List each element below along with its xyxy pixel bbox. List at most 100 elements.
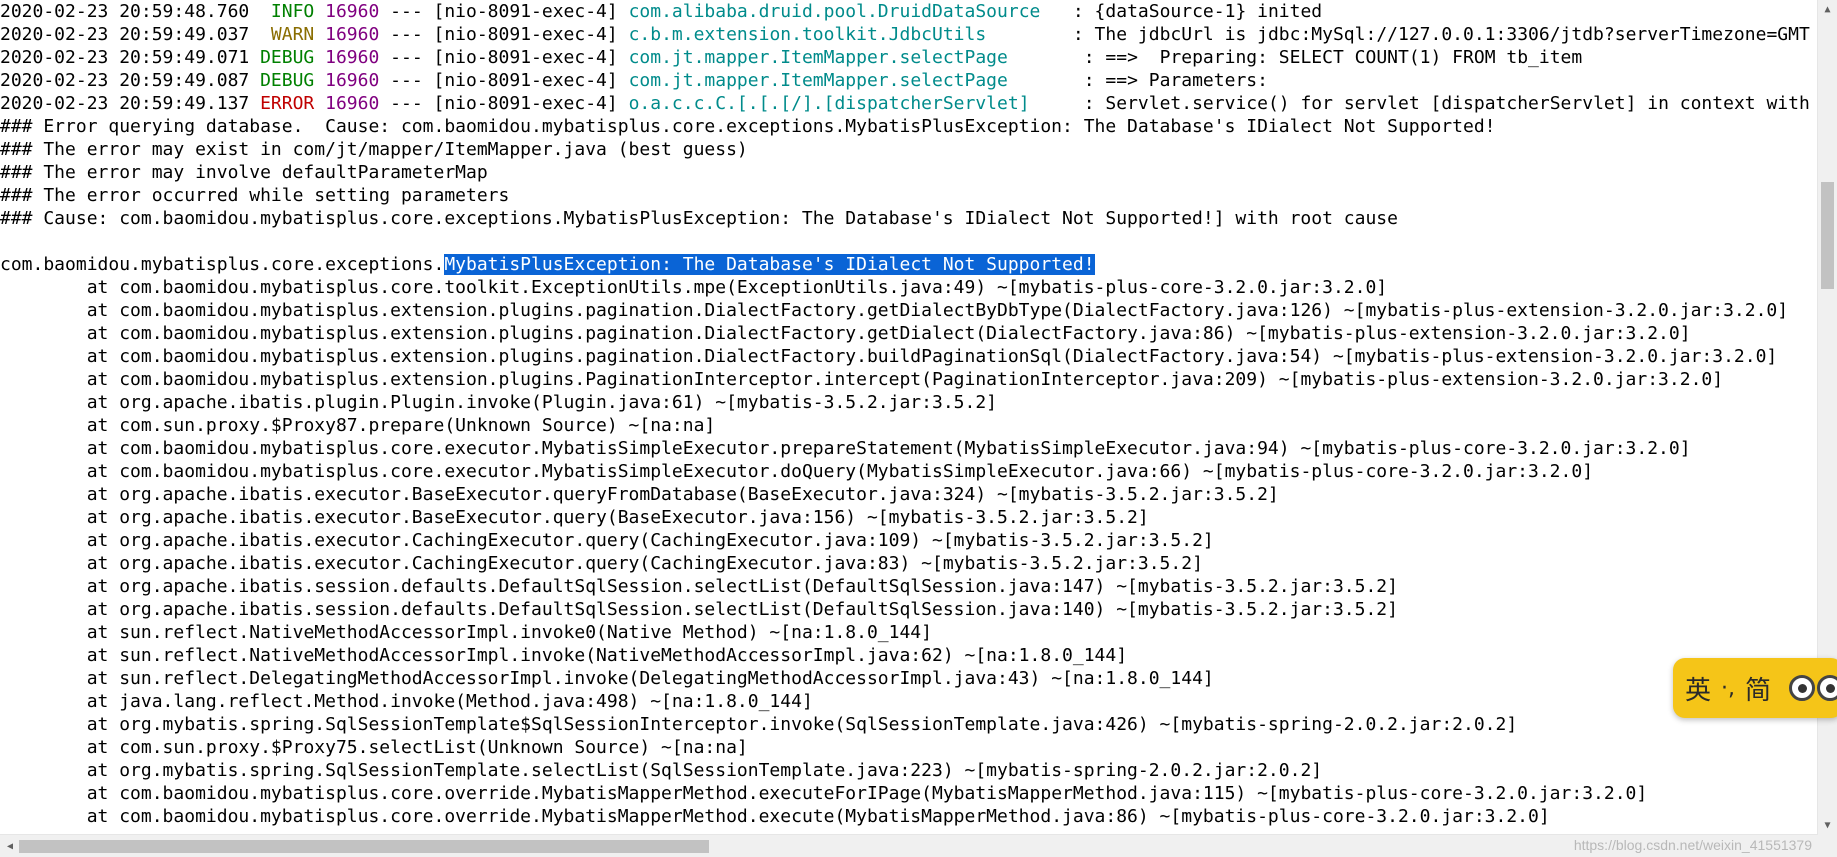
log-logger: c.b.m.extension.toolkit.JdbcUtils (628, 24, 1063, 45)
log-line: at com.baomidou.mybatisplus.extension.pl… (0, 299, 1818, 322)
log-message: : The jdbcUrl is jdbc:MySql://127.0.0.1:… (1062, 24, 1810, 45)
log-thread: --- [nio-8091-exec-4] (379, 47, 629, 68)
log-pid: 16960 (325, 47, 380, 68)
log-line: at org.apache.ibatis.executor.CachingExe… (0, 552, 1818, 575)
log-line: at org.apache.ibatis.session.defaults.De… (0, 598, 1818, 621)
log-text: ### Cause: com.baomidou.mybatisplus.core… (0, 208, 1398, 229)
log-text: at org.apache.ibatis.session.defaults.De… (0, 576, 1398, 597)
log-text: at org.apache.ibatis.executor.BaseExecut… (0, 484, 1279, 505)
log-line: at org.mybatis.spring.SqlSessionTemplate… (0, 759, 1818, 782)
log-message: : ==> Parameters: (1072, 70, 1268, 91)
log-line: at com.sun.proxy.$Proxy75.selectList(Unk… (0, 736, 1818, 759)
log-line: at org.apache.ibatis.executor.BaseExecut… (0, 483, 1818, 506)
log-text: at com.baomidou.mybatisplus.core.overrid… (0, 806, 1550, 827)
log-text: at com.baomidou.mybatisplus.core.toolkit… (0, 277, 1388, 298)
log-level: ERROR (249, 93, 315, 114)
log-timestamp: 2020-02-23 20:59:49.087 (0, 70, 250, 91)
log-text: at org.mybatis.spring.SqlSessionTemplate… (0, 760, 1323, 781)
log-text: ### The error may exist in com/jt/mapper… (0, 139, 748, 160)
log-message: : Servlet.service() for servlet [dispatc… (1083, 93, 1810, 114)
log-message: : ==> Preparing: SELECT COUNT(1) FROM tb… (1072, 47, 1583, 68)
log-text: at org.apache.ibatis.plugin.Plugin.invok… (0, 392, 998, 413)
log-pid: 16960 (325, 24, 380, 45)
log-line: at com.baomidou.mybatisplus.extension.pl… (0, 322, 1818, 345)
log-line: ### The error occurred while setting par… (0, 184, 1818, 207)
log-text: at org.apache.ibatis.executor.CachingExe… (0, 553, 1203, 574)
log-logger: o.a.c.c.C.[.[.[/].[dispatcherServlet] (628, 93, 1073, 114)
vertical-scroll-thumb[interactable] (1821, 182, 1834, 289)
log-text: ### The error may involve defaultParamet… (0, 162, 488, 183)
log-text: at org.apache.ibatis.session.defaults.De… (0, 599, 1398, 620)
log-line: at sun.reflect.NativeMethodAccessorImpl.… (0, 621, 1818, 644)
log-text: at sun.reflect.NativeMethodAccessorImpl.… (0, 645, 1128, 666)
log-line: at com.baomidou.mybatisplus.extension.pl… (0, 345, 1818, 368)
log-text: ### The error occurred while setting par… (0, 185, 510, 206)
log-text: at org.apache.ibatis.executor.BaseExecut… (0, 507, 1149, 528)
log-text: at sun.reflect.DelegatingMethodAccessorI… (0, 668, 1214, 689)
log-line: at com.baomidou.mybatisplus.core.executo… (0, 460, 1818, 483)
ime-eye-icon (1789, 675, 1816, 701)
scroll-left-arrow-icon[interactable]: ◀ (0, 835, 20, 857)
log-text: at java.lang.reflect.Method.invoke(Metho… (0, 691, 813, 712)
log-line: 2020-02-23 20:59:48.760 INFO 16960 --- [… (0, 0, 1818, 23)
ime-punctuation-toggle[interactable]: ·, (1721, 676, 1735, 701)
ime-simplified-toggle[interactable]: 简 (1745, 670, 1771, 707)
ime-language-toggle[interactable]: 英 (1685, 670, 1711, 707)
console-output[interactable]: 2020-02-23 20:59:48.760 INFO 16960 --- [… (0, 0, 1818, 835)
log-text: at com.baomidou.mybatisplus.extension.pl… (0, 369, 1724, 390)
log-thread: --- [nio-8091-exec-4] (379, 24, 629, 45)
log-line: at java.lang.reflect.Method.invoke(Metho… (0, 690, 1818, 713)
log-pid: 16960 (325, 70, 380, 91)
log-text: at com.baomidou.mybatisplus.core.executo… (0, 461, 1594, 482)
log-pid: 16960 (325, 1, 380, 22)
log-line: at com.sun.proxy.$Proxy87.prepare(Unknow… (0, 414, 1818, 437)
log-line: com.baomidou.mybatisplus.core.exceptions… (0, 253, 1818, 276)
log-level: WARN (249, 24, 315, 45)
exception-package: com.baomidou.mybatisplus.core.exceptions… (0, 254, 445, 275)
log-line: at sun.reflect.NativeMethodAccessorImpl.… (0, 644, 1818, 667)
log-line: ### The error may exist in com/jt/mapper… (0, 138, 1818, 161)
log-text: at com.baomidou.mybatisplus.extension.pl… (0, 300, 1789, 321)
log-line: ### Error querying database. Cause: com.… (0, 115, 1818, 138)
log-timestamp: 2020-02-23 20:59:49.037 (0, 24, 250, 45)
log-level: INFO (249, 1, 315, 22)
log-line: ### The error may involve defaultParamet… (0, 161, 1818, 184)
log-timestamp: 2020-02-23 20:59:49.071 (0, 47, 250, 68)
log-line: 2020-02-23 20:59:49.037 WARN 16960 --- [… (0, 23, 1818, 46)
scroll-up-arrow-icon[interactable]: ▲ (1818, 0, 1837, 19)
log-logger: com.jt.mapper.ItemMapper.selectPage (628, 47, 1073, 68)
scrollbar-corner (1818, 835, 1837, 857)
selected-text[interactable]: MybatisPlusException: The Database's IDi… (444, 254, 1095, 275)
log-line: at org.apache.ibatis.executor.CachingExe… (0, 529, 1818, 552)
horizontal-scroll-thumb[interactable] (19, 840, 709, 853)
log-line: at com.baomidou.mybatisplus.extension.pl… (0, 368, 1818, 391)
ime-toolbar[interactable]: 英 ·, 简 (1673, 658, 1837, 718)
log-thread: --- [nio-8091-exec-4] (379, 93, 629, 114)
log-line: at org.apache.ibatis.session.defaults.De… (0, 575, 1818, 598)
log-message: : {dataSource-1} inited (1062, 1, 1323, 22)
log-logger: com.jt.mapper.ItemMapper.selectPage (628, 70, 1073, 91)
log-line: at com.baomidou.mybatisplus.core.overrid… (0, 805, 1818, 828)
log-level: DEBUG (249, 47, 315, 68)
log-line: ### Cause: com.baomidou.mybatisplus.core… (0, 207, 1818, 230)
log-line: at org.apache.ibatis.executor.BaseExecut… (0, 506, 1818, 529)
horizontal-scrollbar[interactable]: ◀ https://blog.csdn.net/weixin_41551379 (0, 834, 1818, 857)
log-thread: --- [nio-8091-exec-4] (379, 70, 629, 91)
log-text: at com.baomidou.mybatisplus.extension.pl… (0, 346, 1778, 367)
log-line: at com.baomidou.mybatisplus.core.executo… (0, 437, 1818, 460)
log-timestamp: 2020-02-23 20:59:49.137 (0, 93, 250, 114)
log-text: at com.baomidou.mybatisplus.core.overrid… (0, 783, 1648, 804)
ime-mascot-icon[interactable] (1789, 675, 1837, 701)
scroll-down-arrow-icon[interactable]: ▼ (1818, 816, 1837, 835)
log-line: at org.mybatis.spring.SqlSessionTemplate… (0, 713, 1818, 736)
log-text: at com.sun.proxy.$Proxy87.prepare(Unknow… (0, 415, 716, 436)
log-timestamp: 2020-02-23 20:59:48.760 (0, 1, 250, 22)
log-text: at com.baomidou.mybatisplus.core.executo… (0, 438, 1691, 459)
log-line: 2020-02-23 20:59:49.137 ERROR 16960 --- … (0, 92, 1818, 115)
watermark-text: https://blog.csdn.net/weixin_41551379 (1573, 837, 1812, 853)
log-line: at com.baomidou.mybatisplus.core.toolkit… (0, 276, 1818, 299)
log-line: at org.apache.ibatis.plugin.Plugin.invok… (0, 391, 1818, 414)
log-text: at org.apache.ibatis.executor.CachingExe… (0, 530, 1214, 551)
ime-eye-icon (1817, 675, 1837, 701)
